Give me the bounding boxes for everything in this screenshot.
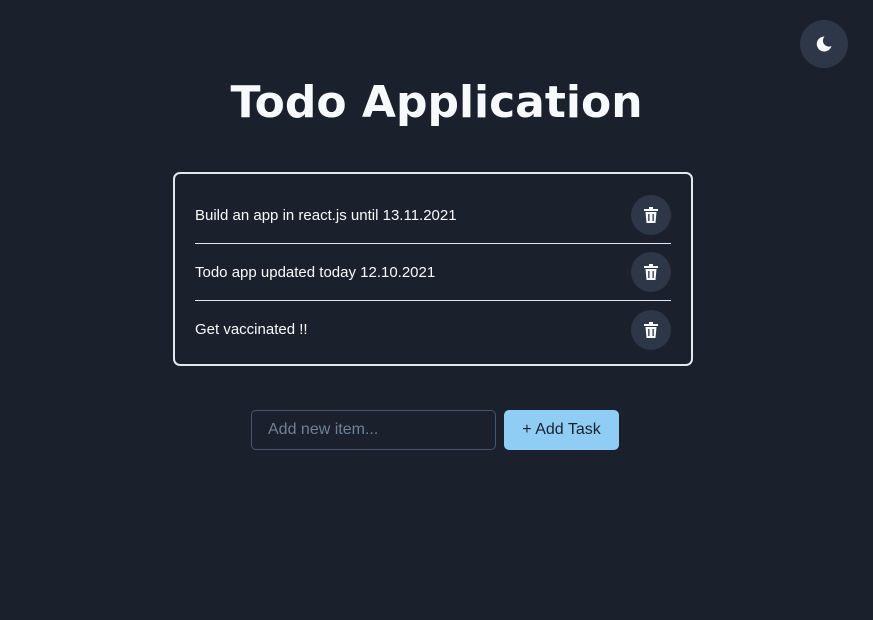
delete-button[interactable] [631, 309, 671, 350]
new-item-input[interactable] [251, 410, 496, 450]
trash-icon [644, 264, 658, 280]
delete-button[interactable] [631, 252, 671, 292]
todo-item: Todo app updated today 12.10.2021 [195, 244, 671, 301]
todo-list: Build an app in react.js until 13.11.202… [173, 172, 693, 366]
add-task-button[interactable]: + Add Task [504, 410, 619, 450]
todo-page: Todo Application Build an app in react.j… [0, 0, 873, 620]
add-task-form: + Add Task [251, 410, 619, 450]
trash-icon [644, 321, 658, 338]
moon-icon [815, 35, 833, 53]
page-title: Todo Application [230, 77, 643, 128]
todo-text: Get vaccinated !! [195, 321, 308, 338]
todo-item: Get vaccinated !! [195, 301, 671, 358]
trash-icon [644, 207, 658, 223]
todo-text: Todo app updated today 12.10.2021 [195, 263, 436, 281]
todo-item: Build an app in react.js until 13.11.202… [195, 187, 671, 244]
todo-text: Build an app in react.js until 13.11.202… [195, 206, 457, 224]
theme-toggle-button[interactable] [800, 20, 848, 68]
delete-button[interactable] [631, 195, 671, 235]
